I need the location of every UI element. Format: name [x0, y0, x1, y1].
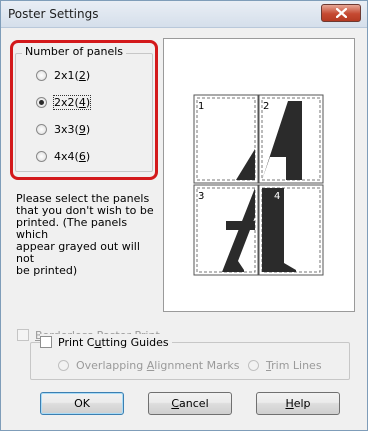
borderless-checkbox-box[interactable] [17, 329, 29, 341]
overlapping-alignment-marks-button[interactable] [58, 359, 69, 371]
preview-panel-4[interactable]: 4 [258, 184, 324, 276]
trim-lines-radio[interactable]: Trim Lines [248, 357, 322, 373]
window-title: Poster Settings [8, 7, 99, 21]
help-button[interactable]: Help [256, 392, 340, 415]
instruction-text: Please select the panels that you don't … [16, 192, 154, 277]
trim-lines-label: Trim Lines [266, 358, 322, 372]
print-cutting-guides-label: Print Cutting Guides [58, 335, 169, 349]
panel-1-number: 1 [198, 101, 204, 112]
overlapping-alignment-marks-radio[interactable]: Overlapping Alignment Marks [58, 357, 239, 373]
trim-lines-button[interactable] [248, 359, 259, 371]
print-cutting-guides-checkbox[interactable]: Print Cutting Guides [40, 334, 172, 350]
help-button-label: Help [285, 397, 311, 410]
cancel-button[interactable]: Cancel [148, 392, 232, 415]
close-icon [336, 8, 347, 18]
overlapping-alignment-marks-label: Overlapping Alignment Marks [76, 358, 240, 372]
preview-panel-1[interactable]: 1 [193, 94, 259, 184]
panel-3-number: 3 [198, 191, 204, 202]
panel-2-number: 2 [263, 101, 269, 112]
panel-4-number: 4 [274, 191, 280, 202]
close-button[interactable] [321, 4, 361, 22]
panels-highlight-frame [10, 40, 158, 180]
preview-canvas: 1 2 3 4 [193, 94, 324, 276]
preview-panel-2[interactable]: 2 [258, 94, 324, 184]
print-cutting-guides-box[interactable] [40, 336, 52, 348]
preview-panel-3[interactable]: 3 [193, 184, 259, 276]
poster-preview: 1 2 3 4 [163, 38, 355, 312]
ok-button-label: OK [74, 397, 90, 410]
cancel-button-label: Cancel [171, 397, 209, 410]
ok-button[interactable]: OK [40, 392, 124, 415]
title-bar[interactable]: Poster Settings [1, 1, 367, 28]
